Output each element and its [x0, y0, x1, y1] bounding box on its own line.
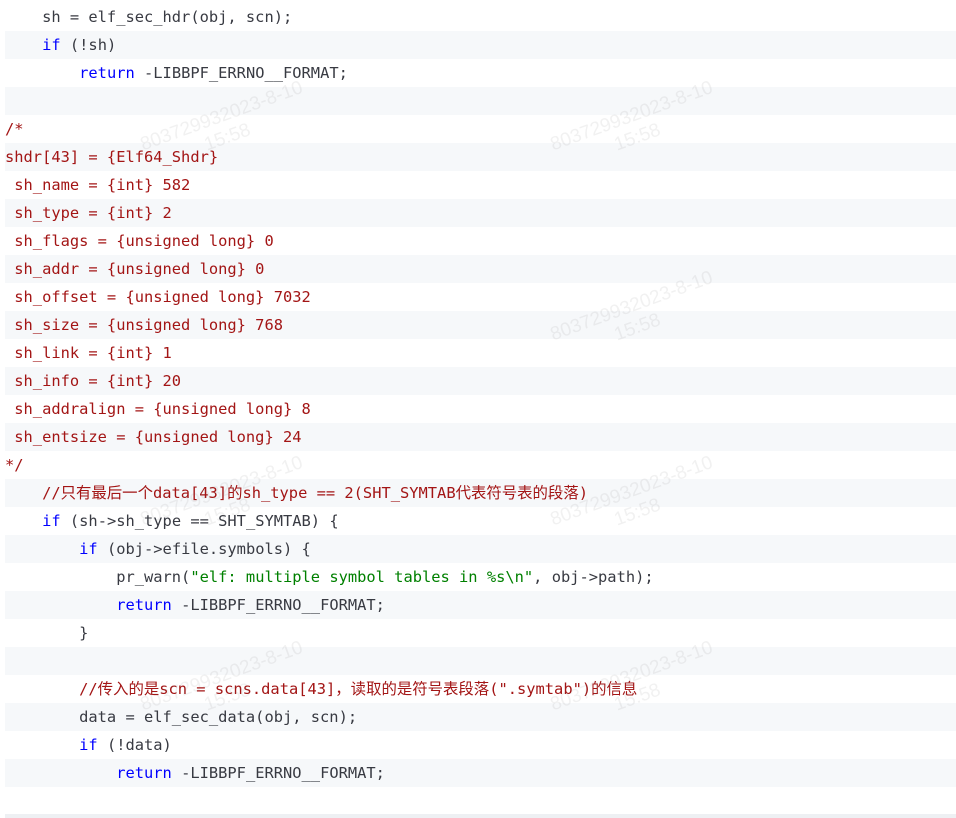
code-line: data = elf_sec_data(obj, scn);	[5, 703, 956, 731]
code-line: */	[5, 456, 24, 474]
code-line: sh_addralign = {unsigned long} 8	[5, 400, 311, 418]
code-line: sh_addr = {unsigned long} 0	[5, 255, 956, 283]
code-line	[5, 647, 956, 675]
code-line: return -LIBBPF_ERRNO__FORMAT;	[5, 759, 956, 787]
code-line: //传入的是scn = scns.data[43]，读取的是符号表段落(".sy…	[79, 680, 638, 698]
code-line: //只有最后一个data[43]的sh_type == 2(SHT_SYMTAB…	[5, 479, 956, 507]
code-line: pr_warn("elf: multiple symbol tables in …	[5, 568, 654, 586]
code-line: sh_flags = {unsigned long} 0	[5, 232, 274, 250]
code-line: if (!sh)	[5, 31, 956, 59]
code-line: sh_info = {int} 20	[5, 367, 956, 395]
code-line: /*	[5, 120, 24, 138]
code-block: sh = elf_sec_hdr(obj, scn); if (!sh) ret…	[5, 3, 956, 815]
code-line: sh = elf_sec_hdr(obj, scn);	[5, 8, 293, 26]
code-line: shdr[43] = {Elf64_Shdr}	[5, 143, 956, 171]
bottom-border	[5, 814, 956, 818]
code-line: sh_link = {int} 1	[5, 344, 172, 362]
code-line: return -LIBBPF_ERRNO__FORMAT;	[79, 64, 348, 82]
code-line: }	[5, 624, 89, 642]
code-line: if (obj->efile.symbols) {	[5, 535, 956, 563]
code-line: if (sh->sh_type == SHT_SYMTAB) {	[42, 512, 339, 530]
code-line: sh_entsize = {unsigned long} 24	[5, 423, 956, 451]
code-line: sh_name = {int} 582	[5, 176, 191, 194]
code-line: if (!data)	[79, 736, 172, 754]
code-line	[5, 87, 956, 115]
code-line: return -LIBBPF_ERRNO__FORMAT;	[5, 591, 956, 619]
code-line: sh_offset = {unsigned long} 7032	[5, 288, 311, 306]
code-line: sh_type = {int} 2	[5, 199, 956, 227]
code-line: sh_size = {unsigned long} 768	[5, 311, 956, 339]
